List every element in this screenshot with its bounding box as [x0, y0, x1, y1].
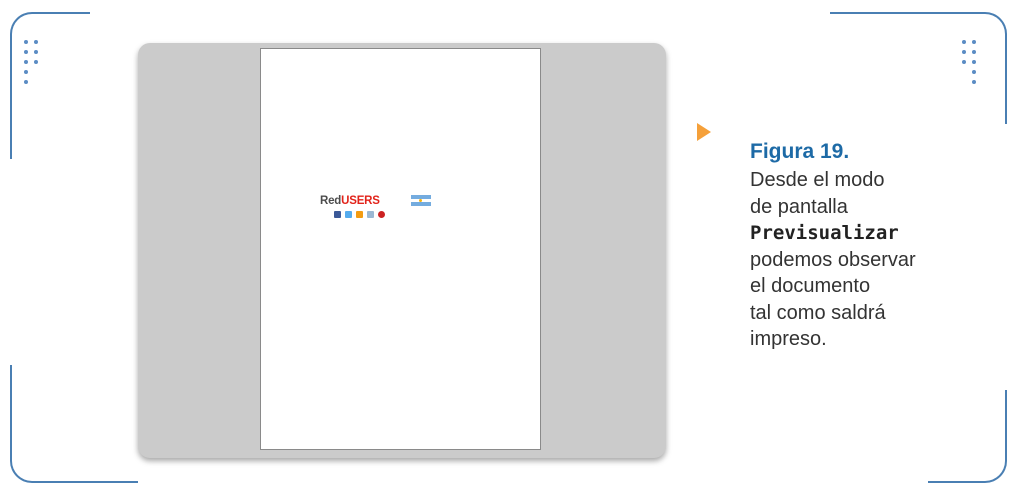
print-preview-screenshot: RedUSERS [138, 43, 666, 458]
caption-term-previsualizar: Previsualizar [750, 222, 899, 244]
youtube-icon [378, 211, 385, 218]
frame-corner-top-left [10, 12, 90, 159]
caption-line: impreso. [750, 328, 827, 350]
twitter-icon [345, 211, 352, 218]
caption-line: el documento [750, 275, 871, 297]
mail-icon [367, 211, 374, 218]
caption-line: de pantalla [750, 195, 848, 218]
argentina-flag-icon [411, 195, 431, 206]
grid-dots-icon [962, 40, 982, 100]
preview-sheet: RedUSERS [260, 48, 541, 450]
redusers-logo: RedUSERS [320, 195, 380, 207]
figure-caption: Figura 19. Desde el modo de pantalla Pre… [750, 137, 1000, 353]
grid-dots-icon [24, 40, 44, 100]
figure-label: Figura 19. [750, 140, 850, 163]
caption-line: Desde el modo [750, 169, 885, 191]
frame-corner-bottom-left [10, 365, 138, 483]
facebook-icon [334, 211, 341, 218]
caption-line: podemos observar [750, 248, 916, 271]
rss-icon [356, 211, 363, 218]
frame-corner-bottom-right [928, 390, 1007, 483]
caption-line: tal como saldrá [750, 301, 886, 324]
caption-arrow-icon [697, 123, 711, 141]
document-page: RedUSERS Figura 19. Desde el modo de pan… [0, 0, 1009, 495]
